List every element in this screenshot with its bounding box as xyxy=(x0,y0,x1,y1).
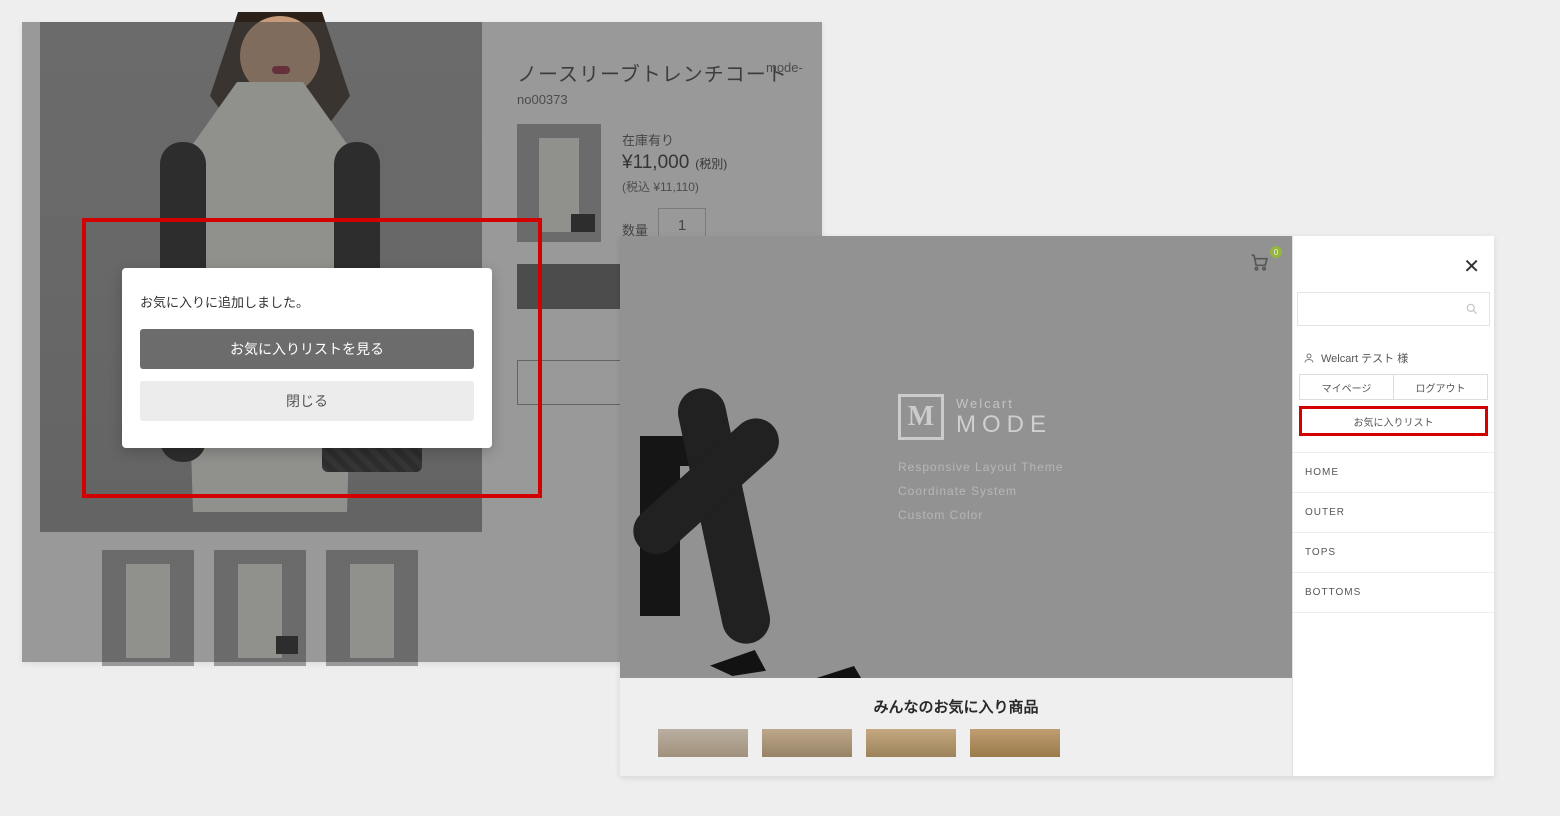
close-modal-button[interactable]: 閉じる xyxy=(140,381,474,421)
user-name: Welcart テスト 様 xyxy=(1321,350,1408,366)
user-icon xyxy=(1303,352,1315,364)
close-icon[interactable]: ✕ xyxy=(1463,254,1480,279)
view-favorites-button[interactable]: お気に入りリストを見る xyxy=(140,329,474,369)
sidebar-drawer: ✕ Welcart テスト 様 マイページ ログアウト お気に入りリスト HOM… xyxy=(1292,236,1494,776)
nav-item-outer[interactable]: OUTER xyxy=(1293,492,1494,532)
modal-message: お気に入りに追加しました。 xyxy=(140,292,474,311)
favorite-list-link[interactable]: お気に入りリスト xyxy=(1299,406,1488,436)
category-nav: HOME OUTER TOPS BOTTOMS xyxy=(1293,452,1494,613)
search-icon xyxy=(1465,302,1479,316)
nav-item-bottoms[interactable]: BOTTOMS xyxy=(1293,572,1494,613)
favorite-added-modal: お気に入りに追加しました。 お気に入りリストを見る 閉じる xyxy=(122,268,492,448)
search-input[interactable] xyxy=(1297,292,1490,326)
storefront-panel: M Welcart MODE Responsive Layout Theme C… xyxy=(620,236,1494,776)
logout-button[interactable]: ログアウト xyxy=(1394,374,1488,400)
hero-area: M Welcart MODE Responsive Layout Theme C… xyxy=(620,236,1292,776)
nav-item-tops[interactable]: TOPS xyxy=(1293,532,1494,572)
nav-item-home[interactable]: HOME xyxy=(1293,452,1494,492)
mypage-button[interactable]: マイページ xyxy=(1299,374,1394,400)
user-greeting: Welcart テスト 様 xyxy=(1303,350,1484,366)
